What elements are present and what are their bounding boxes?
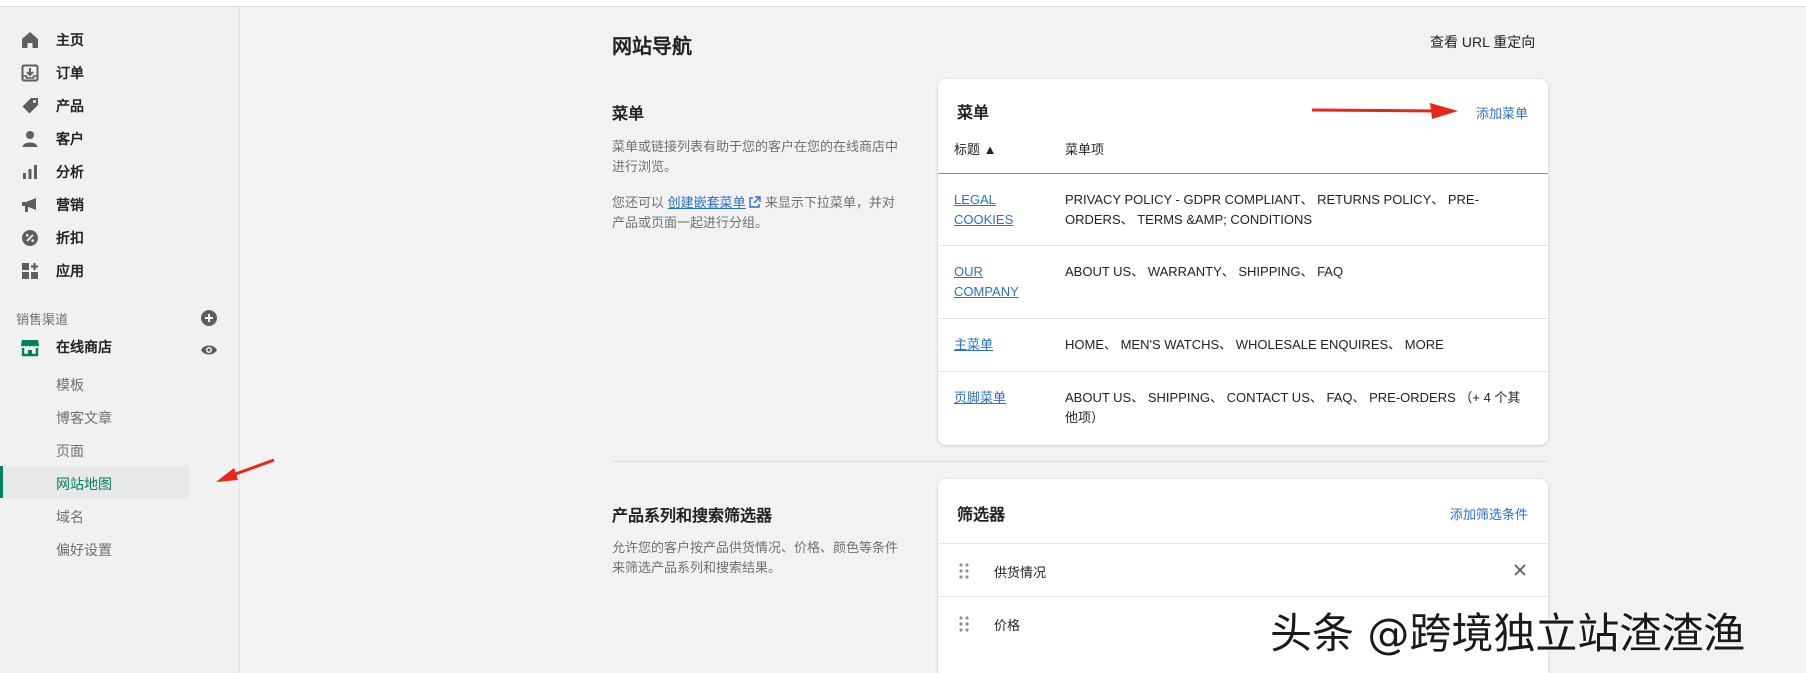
- sidebar-item-label: 客户: [56, 131, 84, 147]
- menu-items: PRIVACY POLICY - GDPR COMPLIANT、 RETURNS…: [1065, 192, 1479, 227]
- menu-items: ABOUT US、 SHIPPING、 CONTACT US、 FAQ、 PRE…: [1065, 390, 1521, 425]
- drag-handle-icon[interactable]: [958, 562, 970, 580]
- filters-section-description: 允许您的客户按产品供货情况、价格、颜色等条件来筛选产品系列和搜索结果。: [612, 540, 899, 575]
- sidebar-item-apps[interactable]: 应用: [0, 256, 220, 286]
- sidebar-item-customers[interactable]: 客户: [0, 124, 220, 154]
- table-row[interactable]: LEGAL COOKIES PRIVACY POLICY - GDPR COMP…: [938, 173, 1548, 245]
- external-link-icon: [749, 196, 761, 208]
- menus-section-title: 菜单: [612, 106, 645, 123]
- sidebar-item-products[interactable]: 产品: [0, 91, 220, 121]
- sidebar-subitem-pages[interactable]: 页面: [56, 441, 84, 461]
- megaphone-icon: [20, 195, 40, 215]
- table-row[interactable]: 主菜单 HOME、 MEN'S WATCHS、 WHOLESALE ENQUIR…: [938, 318, 1548, 371]
- discount-icon: [20, 228, 40, 248]
- nested-menu-text-before: 您还可以: [612, 195, 665, 210]
- menu-title-link[interactable]: 页脚菜单: [954, 388, 1044, 408]
- sidebar-subitem-blog-posts[interactable]: 博客文章: [56, 408, 112, 428]
- drag-handle-icon[interactable]: [958, 615, 970, 633]
- orders-icon: [20, 63, 40, 83]
- annotation-arrow-add-menu: [1311, 103, 1458, 119]
- add-menu-link[interactable]: 添加菜单: [1476, 103, 1528, 122]
- eye-icon[interactable]: [200, 341, 218, 359]
- store-icon: [20, 337, 40, 357]
- sidebar-item-label: 在线商店: [56, 339, 112, 355]
- sidebar-item-home[interactable]: 主页: [0, 25, 220, 55]
- filters-card-title: 筛选器: [957, 507, 1006, 524]
- sidebar-item-label: 营销: [56, 197, 84, 213]
- table-row[interactable]: OUR COMPANY ABOUT US、 WARRANTY、 SHIPPING…: [938, 245, 1548, 318]
- sidebar-item-label: 应用: [56, 263, 84, 279]
- sidebar-item-analytics[interactable]: 分析: [0, 157, 220, 187]
- url-redirect-link[interactable]: 查看 URL 重定向: [1430, 32, 1535, 52]
- sidebar-item-marketing[interactable]: 营销: [0, 190, 220, 220]
- col-header-title[interactable]: 标题 ▲: [954, 139, 996, 158]
- menu-title-link[interactable]: 主菜单: [954, 335, 1044, 355]
- sidebar-item-label: 折扣: [56, 230, 84, 246]
- sidebar-subitem-themes[interactable]: 模板: [56, 375, 84, 395]
- close-icon[interactable]: [1512, 562, 1528, 578]
- filter-label: 供货情况: [994, 565, 1047, 580]
- sidebar: 主页 订单 产品 客户 分析 营销 折扣 应用 销售渠道 在线商店 模板 博客文…: [0, 7, 240, 673]
- menu-items: HOME、 MEN'S WATCHS、 WHOLESALE ENQUIRES、 …: [1065, 337, 1444, 352]
- sidebar-item-label: 分析: [56, 164, 84, 180]
- menus-section-description: 菜单或链接列表有助于您的客户在您的在线商店中进行浏览。: [612, 139, 899, 174]
- page-title: 网站导航: [612, 36, 692, 58]
- filter-row[interactable]: 供货情况: [938, 543, 1548, 596]
- add-filter-link[interactable]: 添加筛选条件: [1450, 504, 1528, 523]
- sidebar-item-discounts[interactable]: 折扣: [0, 223, 220, 253]
- sidebar-item-label: 主页: [56, 32, 84, 48]
- bar-chart-icon: [20, 162, 40, 182]
- section-divider: [612, 461, 1548, 462]
- filter-label: 价格: [994, 618, 1021, 633]
- menus-card: 菜单 添加菜单 标题 ▲ 菜单项 LEGAL COOKIES PRIVACY P…: [938, 79, 1548, 445]
- table-row[interactable]: 页脚菜单 ABOUT US、 SHIPPING、 CONTACT US、 FAQ…: [938, 371, 1548, 445]
- sidebar-subitem-domains[interactable]: 域名: [56, 507, 84, 527]
- sales-channels-label: 销售渠道: [16, 312, 69, 327]
- sidebar-item-label: 产品: [56, 98, 84, 114]
- home-icon: [20, 30, 40, 50]
- menu-items: ABOUT US、 WARRANTY、 SHIPPING、 FAQ: [1065, 264, 1344, 279]
- watermark-text: 头条 @跨境独立站渣渣渔: [1270, 609, 1746, 658]
- create-nested-menu-link[interactable]: 创建嵌套菜单: [668, 195, 746, 210]
- sidebar-subitem-preferences[interactable]: 偏好设置: [56, 540, 112, 560]
- top-bar: [0, 0, 1806, 7]
- add-circle-icon[interactable]: [200, 309, 218, 327]
- menus-card-title: 菜单: [957, 105, 990, 122]
- filters-section-title: 产品系列和搜索筛选器: [612, 508, 773, 525]
- col-header-items: 菜单项: [1065, 142, 1105, 157]
- nested-menu-description: 您还可以 创建嵌套菜单 来显示下拉菜单，并对产品或页面一起进行分组。: [612, 193, 902, 233]
- sidebar-item-label: 订单: [56, 65, 84, 81]
- annotation-arrow-sidebar: [216, 458, 275, 482]
- sidebar-subitem-navigation[interactable]: 网站地图: [56, 474, 112, 494]
- sidebar-item-orders[interactable]: 订单: [0, 58, 220, 88]
- menu-title-link[interactable]: LEGAL COOKIES: [954, 190, 1044, 230]
- sidebar-item-online-store[interactable]: 在线商店: [0, 332, 220, 362]
- active-item-indicator: [0, 466, 3, 498]
- person-icon: [20, 129, 40, 149]
- apps-icon: [20, 261, 40, 281]
- tag-icon: [20, 96, 40, 116]
- menu-title-link[interactable]: OUR COMPANY: [954, 262, 1044, 302]
